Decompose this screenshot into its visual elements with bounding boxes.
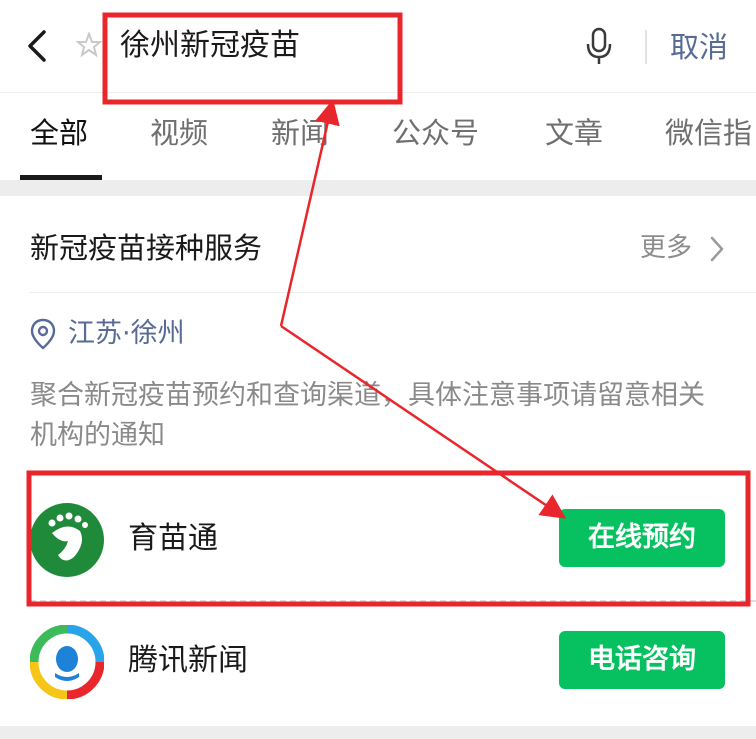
phone-consult-button[interactable]: 电话咨询: [559, 631, 725, 689]
yumiaotong-logo-icon: [30, 503, 104, 577]
tab-all[interactable]: 全部: [30, 111, 88, 155]
online-booking-button[interactable]: 在线预约: [559, 509, 725, 567]
vaccine-service-card: 新冠疫苗接种服务 更多 江苏·徐州 聚合新冠疫苗预约和查询渠道，具体注意事项请留…: [0, 196, 756, 726]
location-pin-icon: [30, 318, 56, 350]
divider: [30, 292, 756, 293]
service-name: 腾讯新闻: [128, 643, 248, 678]
search-input[interactable]: 徐州新冠疫苗: [120, 24, 300, 68]
tab-video[interactable]: 视频: [150, 111, 208, 155]
active-tab-indicator: [20, 175, 102, 180]
chevron-right-icon[interactable]: [708, 234, 726, 264]
location-link[interactable]: 江苏·徐州: [68, 314, 185, 354]
cancel-button[interactable]: 取消: [670, 26, 728, 68]
service-name: 育苗通: [128, 521, 218, 556]
card-title: 新冠疫苗接种服务: [30, 231, 263, 265]
page-background: [0, 726, 756, 739]
back-arrow-icon[interactable]: [22, 28, 52, 64]
service-row-yumiaotong[interactable]: 育苗通 在线预约: [0, 479, 756, 599]
tab-bar: 全部 视频 新闻 公众号 文章 微信指: [0, 92, 756, 180]
tab-official-accounts[interactable]: 公众号: [392, 111, 479, 155]
more-link[interactable]: 更多: [640, 228, 692, 268]
search-bar: 徐州新冠疫苗 取消: [0, 0, 756, 92]
tencent-news-logo-icon: [30, 625, 104, 699]
star-icon: [76, 32, 102, 58]
divider: [645, 30, 647, 64]
card-description: 聚合新冠疫苗预约和查询渠道，具体注意事项请留意相关机构的通知: [30, 380, 705, 451]
tab-articles[interactable]: 文章: [545, 111, 603, 155]
service-row-tencent-news[interactable]: 腾讯新闻 电话咨询: [0, 601, 756, 721]
tab-news[interactable]: 新闻: [271, 111, 329, 155]
microphone-icon[interactable]: [585, 26, 613, 66]
tab-wechat-index[interactable]: 微信指: [665, 111, 752, 155]
